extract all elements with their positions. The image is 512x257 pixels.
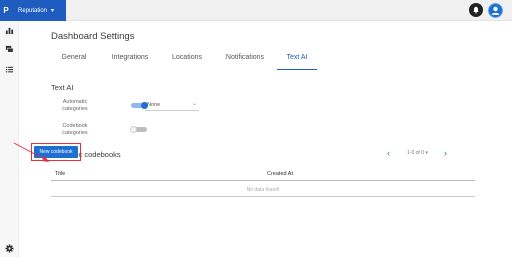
chevron-down-icon: ▾ (51, 8, 55, 14)
bell-icon-glyph (473, 6, 479, 14)
tab-integrations[interactable]: Integrations (101, 53, 159, 70)
tab-locations[interactable]: Locations (163, 53, 211, 70)
auto-categories-label: Automatic categories (62, 99, 88, 112)
codebook-categories-toggle[interactable] (130, 126, 147, 133)
page-title: Dashboard Settings (51, 31, 135, 42)
new-codebook-button[interactable]: New codebook (34, 146, 78, 158)
pagination-info[interactable]: 1-0 of 0 ▾ (407, 150, 428, 156)
chevron-right-icon[interactable]: › (444, 148, 447, 158)
tab-general[interactable]: General (51, 53, 97, 70)
gear-icon[interactable] (5, 244, 14, 253)
main-content: Dashboard Settings General Integrations … (19, 21, 512, 257)
empty-message: No data found! (246, 187, 280, 193)
brand-name: Reputation (18, 7, 48, 14)
brand-switcher[interactable]: P Reputation ▾ (0, 0, 66, 21)
chat-icon[interactable] (5, 45, 14, 54)
brand-logo: P (3, 6, 9, 15)
codebook-categories-label: Codebook categories (62, 123, 88, 136)
toggle-knob (130, 126, 137, 133)
select-value: None (147, 102, 161, 108)
settings-tabs: General Integrations Locations Notificat… (51, 53, 351, 71)
sidebar (0, 21, 19, 257)
chevron-down-icon: ⌄ (191, 101, 197, 107)
text-ai-heading: Text AI (51, 83, 74, 92)
table-header: Title Created At (51, 168, 475, 181)
top-bar: P Reputation ▾ (0, 0, 512, 21)
column-created-at[interactable]: Created At (267, 171, 293, 177)
auto-categories-select[interactable]: None ⌄ (145, 100, 199, 111)
list-icon[interactable] (5, 65, 14, 74)
table-empty-row: No data found! (51, 181, 475, 197)
user-avatar-icon[interactable] (488, 3, 503, 18)
bell-icon[interactable] (469, 3, 483, 17)
tab-text-ai[interactable]: Text AI (277, 53, 317, 70)
column-title[interactable]: Title (55, 171, 65, 177)
bar-chart-icon[interactable] (5, 26, 14, 35)
chevron-left-icon[interactable]: ‹ (387, 148, 390, 158)
user-icon-glyph (491, 6, 500, 15)
tab-notifications[interactable]: Notifications (217, 53, 273, 70)
